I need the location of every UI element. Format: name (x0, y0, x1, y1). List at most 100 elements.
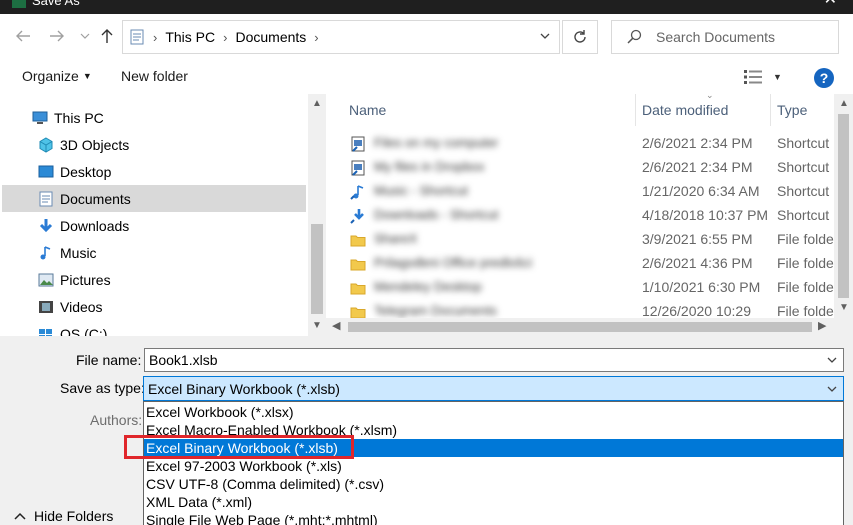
horizontal-scrollbar-thumb[interactable] (348, 322, 812, 332)
file-type: Shortcut (777, 135, 830, 151)
column-divider[interactable] (635, 94, 636, 126)
navigation-pane: This PC 3D Objects Desktop Documents Dow… (0, 94, 308, 336)
chevron-down-icon[interactable] (825, 353, 839, 367)
file-date: 2/6/2021 2:34 PM (642, 135, 753, 151)
nav-item-3d-objects[interactable]: 3D Objects (2, 131, 306, 158)
nav-scrollbar-thumb[interactable] (311, 224, 323, 314)
file-name: My files in Dropbox (374, 159, 485, 174)
breadcrumb-separator: › (223, 29, 228, 45)
computer-icon (32, 110, 48, 126)
search-input[interactable] (656, 29, 826, 45)
nav-item-documents[interactable]: Documents (2, 185, 306, 212)
file-date: 1/21/2020 6:34 AM (642, 183, 760, 199)
file-row[interactable]: Files on my computer 2/6/2021 2:34 PM Sh… (326, 132, 853, 156)
hide-folders-button[interactable]: Hide Folders (14, 508, 113, 524)
scroll-up-icon[interactable]: ▲ (312, 98, 322, 109)
excel-icon (12, 0, 26, 8)
highlight-annotation-box (124, 435, 354, 459)
scroll-up-icon[interactable]: ▲ (839, 98, 849, 109)
file-row[interactable]: Downloads - Shortcut 4/18/2018 10:37 PM … (326, 204, 853, 228)
file-list-vertical-scrollbar[interactable]: ▲ ▼ (834, 94, 853, 318)
pictures-icon (38, 272, 54, 288)
save-type-option[interactable]: CSV UTF-8 (Comma delimited) (*.csv) (144, 475, 843, 493)
nav-item-pictures[interactable]: Pictures (2, 266, 306, 293)
title-bar: Save As ✕ (0, 0, 853, 14)
arrow-left-icon (16, 30, 30, 42)
save-form: File name: Book1.xlsb Save as type: Exce… (0, 336, 853, 525)
nav-item-desktop[interactable]: Desktop (2, 158, 306, 185)
documents-icon (130, 29, 144, 45)
address-bar[interactable]: › This PC › Documents › (122, 20, 560, 54)
column-header-type[interactable]: Type (777, 94, 807, 126)
nav-item-videos[interactable]: Videos (2, 293, 306, 320)
nav-scrollbar[interactable]: ▲ ▼ (308, 94, 326, 336)
documents-icon (38, 191, 54, 207)
search-icon (627, 29, 642, 44)
file-list-horizontal-scrollbar[interactable]: ◀ ▶ (326, 318, 834, 336)
breadcrumb-documents[interactable]: Documents (235, 29, 306, 45)
folder-icon (350, 259, 366, 271)
up-button[interactable] (94, 22, 120, 50)
nav-item-this-pc[interactable]: This PC (2, 104, 306, 131)
nav-item-os-drive[interactable]: OS (C:) (2, 320, 306, 336)
column-header-date[interactable]: Date modified (642, 94, 728, 126)
file-name: ShareX (374, 231, 418, 246)
music-shortcut-icon (350, 185, 364, 200)
refresh-button[interactable] (562, 20, 598, 54)
save-type-label: Save as type: (60, 380, 145, 396)
save-type-option[interactable]: Excel Workbook (*.xlsx) (144, 403, 843, 421)
save-type-option[interactable]: XML Data (*.xml) (144, 493, 843, 511)
scroll-right-icon[interactable]: ▶ (818, 319, 826, 332)
breadcrumb-this-pc[interactable]: This PC (165, 29, 215, 45)
file-name: Telegram Documents (374, 303, 497, 318)
file-type: File folder (777, 255, 839, 271)
file-row[interactable]: Music - Shortcut 1/21/2020 6:34 AM Short… (326, 180, 853, 204)
nav-item-label: Documents (60, 190, 131, 207)
cube-icon (38, 136, 54, 153)
chevron-down-icon[interactable] (539, 30, 551, 42)
column-divider[interactable] (770, 94, 771, 126)
file-type: File folder (777, 231, 839, 247)
nav-item-music[interactable]: Music (2, 239, 306, 266)
back-button[interactable] (10, 22, 36, 50)
vertical-scrollbar-thumb[interactable] (838, 114, 849, 298)
caret-down-icon[interactable]: ▼ (773, 72, 782, 82)
file-row[interactable]: Mendeley Desktop 1/10/2021 6:30 PM File … (326, 276, 853, 300)
file-date: 2/6/2021 2:34 PM (642, 159, 753, 175)
column-header-name[interactable]: Name (349, 94, 386, 126)
save-type-option[interactable]: Single File Web Page (*.mht;*.mhtml) (144, 511, 843, 525)
file-date: 12/26/2020 10:29 (642, 303, 751, 319)
save-type-select[interactable]: Excel Binary Workbook (*.xlsb) (143, 376, 844, 401)
breadcrumb-separator[interactable]: › (314, 30, 318, 45)
nav-item-label: Desktop (60, 163, 112, 180)
nav-item-downloads[interactable]: Downloads (2, 212, 306, 239)
authors-label: Authors: (90, 412, 143, 428)
search-box[interactable] (611, 20, 839, 54)
music-icon (38, 245, 54, 261)
forward-button[interactable] (44, 22, 70, 50)
nav-item-label: Downloads (60, 217, 130, 234)
view-options-icon[interactable] (744, 70, 762, 84)
file-name-input[interactable]: Book1.xlsb (144, 348, 844, 372)
close-icon[interactable]: ✕ (824, 0, 837, 8)
shortcut-icon (351, 136, 365, 152)
file-row[interactable]: ShareX 3/9/2021 6:55 PM File folder (326, 228, 853, 252)
drive-icon (38, 326, 54, 336)
nav-item-label: OS (C:) (60, 325, 108, 337)
file-date: 1/10/2021 6:30 PM (642, 279, 761, 295)
scroll-left-icon[interactable]: ◀ (332, 319, 340, 332)
help-button[interactable]: ? (814, 68, 834, 88)
nav-item-label: This PC (54, 109, 104, 126)
file-row[interactable]: Prilagođeni Office predlošci 2/6/2021 4:… (326, 252, 853, 276)
navigation-bar: › This PC › Documents › (0, 14, 853, 60)
file-name-value: Book1.xlsb (149, 352, 218, 368)
chevron-down-icon (80, 33, 90, 39)
file-row[interactable]: My files in Dropbox 2/6/2021 2:34 PM Sho… (326, 156, 853, 180)
new-folder-button[interactable]: New folder (121, 68, 188, 84)
organize-button[interactable]: Organize ▼ (22, 68, 92, 84)
scroll-down-icon[interactable]: ▼ (839, 302, 849, 313)
scroll-down-icon[interactable]: ▼ (312, 320, 322, 331)
desktop-icon (38, 164, 54, 180)
save-type-option[interactable]: Excel 97-2003 Workbook (*.xls) (144, 457, 843, 475)
chevron-down-icon[interactable] (825, 382, 839, 396)
